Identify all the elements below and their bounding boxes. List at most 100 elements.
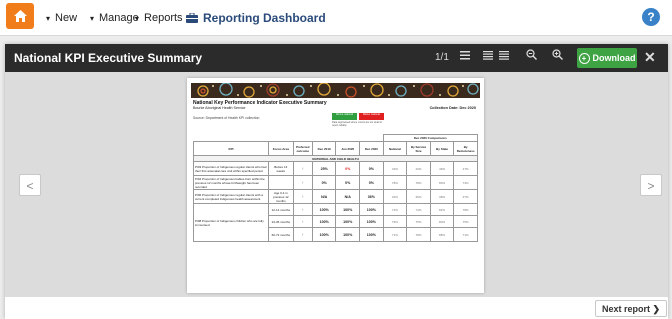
single-page-view-icon[interactable]: [460, 49, 470, 63]
focus-area: [267, 175, 294, 190]
zoom-in-icon[interactable]: [552, 49, 563, 63]
nav-reporting-dashboard[interactable]: Reporting Dashboard: [186, 0, 326, 36]
nav-new-label: New: [55, 12, 78, 24]
arrow-up-icon: ↑: [292, 227, 313, 242]
report-viewer-modal: National KPI Executive Summary 1/1 + Dow…: [5, 44, 668, 319]
modal-title: National KPI Executive Summary: [14, 51, 203, 65]
value-dec-2019: 100%: [311, 203, 337, 216]
kpi-description: PI04 Proportion of Indigenous babies bor…: [193, 175, 269, 190]
value-national: 33%: [382, 189, 408, 204]
legend-note: Data suppressed where counts are too sma…: [332, 121, 382, 127]
value-dec-2019: 100%: [311, 227, 337, 242]
col-preferred-outcome: Preferred outcome: [292, 141, 313, 156]
value-service-size: 74%: [406, 203, 431, 216]
focus-area: 60-72 months: [267, 227, 294, 242]
download-button[interactable]: + Download: [577, 48, 637, 68]
value-jun-2020: 100%: [335, 215, 361, 228]
focus-area: 24-36 months: [267, 215, 294, 228]
zoom-out-icon[interactable]: [526, 49, 537, 63]
col-state: By State: [429, 141, 455, 156]
value-state: 46%: [429, 161, 455, 176]
value-jun-2020: 100%: [335, 203, 361, 216]
value-state: 88%: [429, 227, 455, 242]
col-dec-2019: Dec 2019: [311, 141, 337, 156]
nav-reporting-dashboard-label: Reporting Dashboard: [203, 11, 326, 25]
value-remoteness: 47%: [453, 161, 478, 176]
col-national: National: [382, 141, 408, 156]
value-state: 80%: [429, 175, 455, 190]
table-row: PI06 Proportion of Indigenous regular cl…: [193, 189, 478, 204]
value-dec-2020: 36%: [359, 189, 384, 204]
home-button[interactable]: [6, 3, 34, 29]
value-state: 80%: [429, 215, 455, 228]
modal-header: National KPI Executive Summary 1/1 + Dow…: [5, 44, 668, 72]
arrow-up-icon: ↑: [292, 189, 313, 204]
col-remoteness: By Remoteness: [453, 141, 478, 156]
value-service-size: 78%: [406, 175, 431, 190]
decorative-banner: [191, 83, 480, 98]
list-view-icon[interactable]: [499, 49, 509, 63]
value-dec-2020: 100%: [359, 227, 384, 242]
comparisons-header: Dec 2020 Comparisons: [382, 134, 479, 142]
col-service-size: By Service Size: [406, 141, 431, 156]
previous-page-button[interactable]: <: [19, 174, 41, 196]
nav-manage-menu[interactable]: ▾ Manage: [90, 0, 139, 36]
table-row: PI04 Proportion of Indigenous babies bor…: [193, 175, 478, 190]
chevron-down-icon: ▾: [135, 13, 140, 23]
value-national: 74%: [382, 203, 408, 216]
kpi-table: Dec 2020 Comparisons KPI Focus Area Pref…: [193, 134, 479, 242]
value-national: 76%: [382, 215, 408, 228]
value-dec-2020: 100%: [359, 203, 384, 216]
next-report-button[interactable]: Next report ❯: [595, 300, 668, 317]
page-counter: 1/1: [435, 52, 449, 63]
report-page: National Key Performance Indicator Execu…: [187, 78, 484, 293]
chevron-down-icon: ▾: [46, 13, 51, 23]
collection-date: Collection Date: Dec 2020: [429, 106, 476, 110]
value-remoteness: 71%: [453, 227, 478, 242]
value-jun-2020: 0%: [335, 175, 361, 190]
value-dec-2020: 100%: [359, 215, 384, 228]
arrow-up-icon: ↑: [292, 203, 313, 216]
value-remoteness: 75%: [453, 215, 478, 228]
document-subtitle: Bourke Aboriginal Health Service: [193, 106, 246, 110]
value-national: 71%: [382, 227, 408, 242]
value-jun-2020: N/A: [335, 189, 361, 204]
value-service-size: 75%: [406, 215, 431, 228]
focus-area: Age 0-4 in previous 12 months: [267, 189, 294, 204]
value-dec-2019: N/A: [311, 189, 337, 204]
focus-area: Before 13 weeks: [267, 161, 294, 176]
close-icon[interactable]: ✕: [644, 49, 656, 66]
document-source: Source: Department of Health KPI collect…: [193, 116, 260, 120]
dashboard-icon: [186, 13, 198, 23]
arrow-up-icon: ↑: [292, 215, 313, 228]
next-page-button[interactable]: >: [640, 174, 662, 196]
home-icon: [13, 10, 27, 22]
plus-circle-icon: +: [578, 52, 590, 64]
table-row: PI08 Proportion of Indigenous children w…: [193, 203, 478, 242]
document-viewer: < > National Key Performance Indicator E…: [5, 72, 668, 297]
table-header-spacer: [193, 134, 384, 142]
value-service-size: 78%: [406, 227, 431, 242]
nav-new-menu[interactable]: ▾ New: [46, 0, 77, 36]
value-dec-2020: 0%: [359, 175, 384, 190]
thumbnail-view-icon[interactable]: [483, 49, 493, 63]
col-kpi: KPI: [193, 141, 269, 156]
value-dec-2019: 0%: [311, 175, 337, 190]
help-button[interactable]: ?: [642, 8, 660, 26]
value-dec-2019: 100%: [311, 215, 337, 228]
download-label: Download: [592, 53, 636, 63]
table-row: PI03 Proportion of Indigenous regular cl…: [193, 161, 478, 176]
value-state: 82%: [429, 203, 455, 216]
nav-manage-label: Manage: [99, 12, 139, 24]
top-navigation: ▾ New ▾ Manage ▾ Reports Reporting Dashb…: [0, 0, 672, 36]
legend-above-national: Above national: [332, 113, 357, 120]
value-remoteness: 78%: [453, 203, 478, 216]
value-service-size: 35%: [406, 189, 431, 204]
value-dec-2019: 25%: [311, 161, 337, 176]
modal-footer: Next report ❯: [5, 297, 668, 319]
value-state: 38%: [429, 189, 455, 204]
value-national: 78%: [382, 175, 408, 190]
nav-reports-menu[interactable]: ▾ Reports: [135, 0, 183, 36]
nav-reports-label: Reports: [144, 12, 183, 24]
arrow-up-icon: ↑: [292, 175, 313, 190]
